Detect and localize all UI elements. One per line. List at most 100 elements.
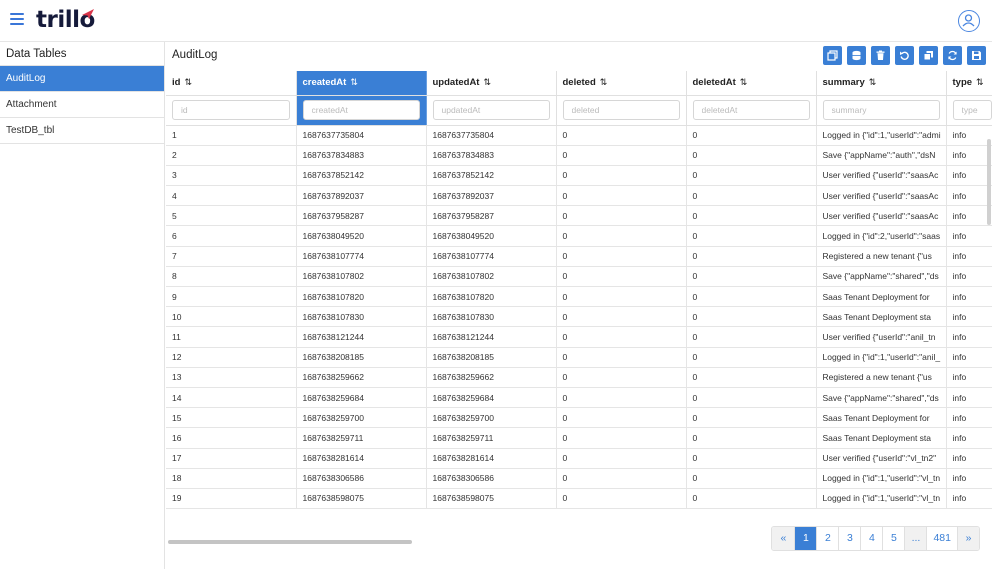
table-cell[interactable]: 1687638281614 (426, 448, 557, 469)
table-cell[interactable]: 0 (556, 488, 687, 510)
table-cell[interactable]: 1687638121244 (296, 326, 427, 348)
save-button[interactable] (967, 46, 986, 65)
page-button[interactable]: 3 (838, 527, 861, 550)
table-cell[interactable]: 1687638259662 (426, 367, 557, 388)
table-cell[interactable]: Logged in {"id":1,"userId":"admi (816, 125, 947, 146)
column-header-deletedat[interactable]: deletedAt ⇅ (686, 71, 817, 96)
table-row[interactable]: 18 1687638306586 1687638306586 0 0 Logged in … (166, 468, 992, 489)
table-cell[interactable]: info (946, 286, 992, 308)
table-cell[interactable]: info (946, 145, 992, 166)
table-row[interactable]: 4 1687637892037 1687637892037 0 0 User verifi… (166, 185, 992, 207)
table-cell[interactable]: 1687637834883 (296, 145, 427, 166)
prev-page-button[interactable]: « (772, 527, 795, 550)
table-cell[interactable]: Saas Tenant Deployment sta (816, 306, 947, 328)
column-header-createdat[interactable]: createdAt ⇅ (296, 71, 427, 96)
table-cell[interactable]: 1687638259662 (296, 367, 427, 388)
table-cell[interactable]: User verified {"userId":"saasAc (816, 185, 947, 207)
table-cell[interactable]: 1 (166, 125, 297, 146)
filter-input-summary[interactable] (822, 100, 940, 120)
table-cell[interactable]: Registered a new tenant {"us (816, 246, 947, 267)
table-cell[interactable]: 1687638049520 (296, 225, 427, 247)
table-cell[interactable]: info (946, 468, 992, 489)
table-cell[interactable]: Logged in {"id":1,"userId":"vl_tn (816, 468, 947, 489)
table-cell[interactable]: 1687638598075 (296, 488, 427, 510)
column-header-deleted[interactable]: deleted ⇅ (556, 71, 687, 96)
table-cell[interactable]: 6 (166, 225, 297, 247)
vertical-scrollbar[interactable] (987, 139, 991, 225)
table-cell[interactable]: 0 (556, 347, 687, 368)
table-cell[interactable]: 0 (686, 468, 817, 489)
sort-icon[interactable]: ⇅ (976, 77, 984, 87)
table-cell[interactable]: Saas Tenant Deployment for (816, 407, 947, 429)
table-cell[interactable]: 4 (166, 185, 297, 207)
table-row[interactable]: 15 1687638259700 1687638259700 0 0 Saas Tenan… (166, 407, 992, 429)
table-row[interactable]: 13 1687638259662 1687638259662 0 0 Registered… (166, 367, 992, 388)
table-cell[interactable]: info (946, 326, 992, 348)
filter-input-updatedat[interactable] (432, 100, 550, 120)
table-cell[interactable]: info (946, 246, 992, 267)
table-cell[interactable]: 1687638049520 (426, 225, 557, 247)
table-cell[interactable]: 1687638107774 (296, 246, 427, 267)
page-button[interactable]: 5 (882, 527, 905, 550)
table-cell[interactable]: 1687638121244 (426, 326, 557, 348)
table-cell[interactable]: info (946, 387, 992, 409)
table-cell[interactable]: 17 (166, 448, 297, 469)
table-cell[interactable]: 1687638598075 (426, 488, 557, 510)
table-cell[interactable]: 16 (166, 427, 297, 449)
table-cell[interactable]: 0 (686, 165, 817, 187)
table-cell[interactable]: 1687638306586 (296, 468, 427, 489)
table-cell[interactable]: 1687637852142 (426, 165, 557, 187)
table-cell[interactable]: 0 (686, 306, 817, 328)
table-cell[interactable]: 1687637958287 (426, 205, 557, 227)
table-cell[interactable]: 3 (166, 165, 297, 187)
table-cell[interactable]: 1687637852142 (296, 165, 427, 187)
table-cell[interactable]: 1687638107820 (296, 286, 427, 308)
table-cell[interactable]: Logged in {"id":1,"userId":"vl_tn (816, 488, 947, 510)
table-cell[interactable]: Save {"appName":"shared","ds (816, 266, 947, 288)
table-cell[interactable]: 1687638259700 (426, 407, 557, 429)
table-cell[interactable]: Save {"appName":"auth","dsN (816, 145, 947, 166)
table-cell[interactable]: 0 (686, 225, 817, 247)
table-row[interactable]: 17 1687638281614 1687638281614 0 0 User verif… (166, 448, 992, 469)
table-cell[interactable]: 0 (556, 246, 687, 267)
table-cell[interactable]: 0 (686, 286, 817, 308)
table-cell[interactable]: 0 (556, 468, 687, 489)
horizontal-scrollbar-thumb[interactable] (168, 540, 412, 544)
table-row[interactable]: 16 1687638259711 1687638259711 0 0 Saas Tenan… (166, 427, 992, 449)
refresh-button[interactable] (943, 46, 962, 65)
table-cell[interactable]: 0 (686, 326, 817, 348)
filter-input-id[interactable] (172, 100, 290, 120)
duplicate-button[interactable] (919, 46, 938, 65)
undo-button[interactable] (895, 46, 914, 65)
table-row[interactable]: 3 1687637852142 1687637852142 0 0 User verifi… (166, 165, 992, 187)
table-cell[interactable]: 5 (166, 205, 297, 227)
table-cell[interactable]: 0 (686, 145, 817, 166)
table-cell[interactable]: 0 (686, 266, 817, 288)
table-cell[interactable]: 0 (686, 407, 817, 429)
table-cell[interactable]: 1687637834883 (426, 145, 557, 166)
table-cell[interactable]: 0 (686, 448, 817, 469)
sort-icon[interactable]: ⇅ (350, 77, 358, 87)
user-profile-icon[interactable] (958, 10, 980, 32)
table-row[interactable]: 8 1687638107802 1687638107802 0 0 Save {"appN… (166, 266, 992, 288)
table-cell[interactable]: 7 (166, 246, 297, 267)
table-cell[interactable]: 0 (686, 205, 817, 227)
filter-input-deletedat[interactable] (692, 100, 810, 120)
table-cell[interactable]: info (946, 448, 992, 469)
filter-input-deleted[interactable] (562, 100, 680, 120)
table-cell[interactable]: 1687637958287 (296, 205, 427, 227)
table-cell[interactable]: 0 (686, 387, 817, 409)
table-cell[interactable]: 0 (556, 125, 687, 146)
table-cell[interactable]: 0 (556, 185, 687, 207)
table-cell[interactable]: 0 (556, 266, 687, 288)
table-cell[interactable]: Save {"appName":"shared","ds (816, 387, 947, 409)
table-cell[interactable]: 1687638107802 (296, 266, 427, 288)
table-cell[interactable]: 19 (166, 488, 297, 510)
table-cell[interactable]: Registered a new tenant {"us (816, 367, 947, 388)
next-page-button[interactable]: » (957, 527, 979, 550)
table-cell[interactable]: 1687638107774 (426, 246, 557, 267)
table-cell[interactable]: 1687638259684 (296, 387, 427, 409)
table-cell[interactable]: 0 (686, 367, 817, 388)
table-row[interactable]: 10 1687638107830 1687638107830 0 0 Saas Tenan… (166, 306, 992, 328)
column-header-updatedat[interactable]: updatedAt ⇅ (426, 71, 557, 96)
